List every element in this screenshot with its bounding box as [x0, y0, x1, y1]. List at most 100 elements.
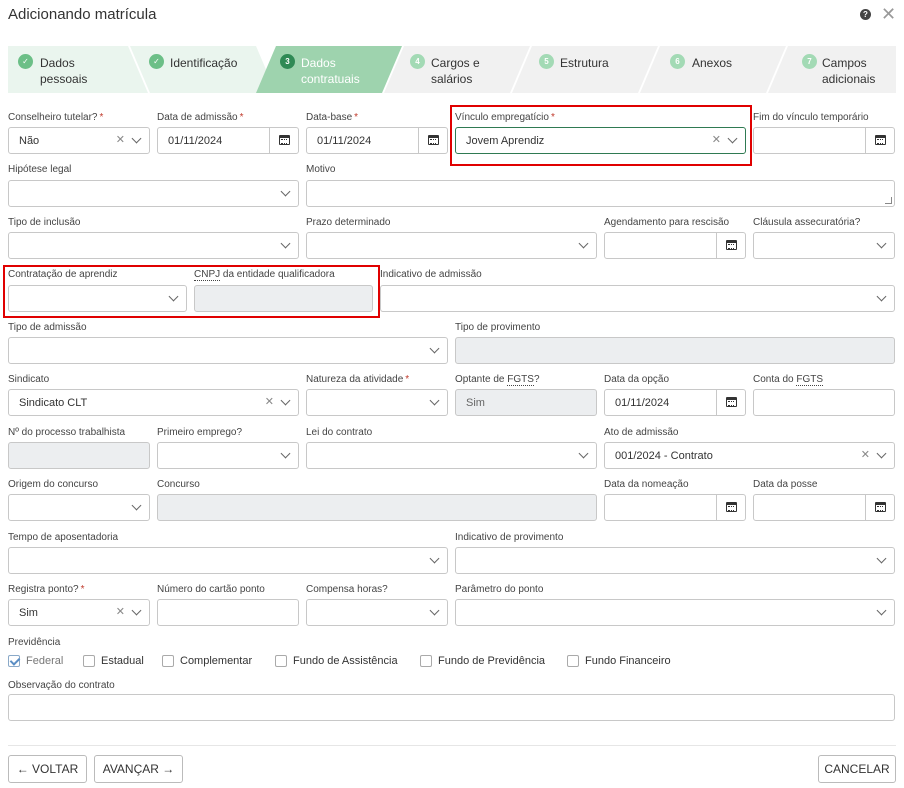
checkbox-icon [83, 655, 95, 667]
chevron-down-icon [280, 448, 291, 459]
tipo-admissao-label: Tipo de admissão [8, 322, 87, 333]
step-number: 4 [410, 54, 425, 69]
close-icon[interactable]: ✕ [881, 4, 896, 24]
fim-vinculo-label: Fim do vínculo temporário [753, 112, 869, 123]
sindicato-label: Sindicato [8, 374, 50, 385]
data-base-label: Data-base * [306, 112, 359, 123]
agendamento-rescisao-input[interactable] [604, 232, 746, 259]
prazo-determinado-select[interactable] [306, 232, 597, 259]
fim-vinculo-input[interactable] [753, 127, 895, 154]
optante-fgts-select[interactable]: Sim [455, 389, 597, 416]
checkbox-label: Fundo de Previdência [438, 655, 546, 667]
ato-admissao-label: Ato de admissão [604, 427, 679, 438]
calendar-icon [875, 502, 886, 512]
chevron-down-icon [168, 291, 179, 302]
conta-fgts-input[interactable] [753, 389, 895, 416]
resize-handle-icon[interactable] [885, 197, 892, 204]
step-label: Anexos [692, 56, 733, 70]
clear-icon[interactable]: ✕ [265, 395, 274, 408]
primeiro-emprego-select[interactable] [157, 442, 299, 469]
arrow-right-icon: → [158, 762, 175, 776]
indicativo-provimento-label: Indicativo de provimento [455, 532, 564, 543]
conselheiro-tutelar-select[interactable]: Não ✕ [8, 127, 150, 154]
agendamento-rescisao-label: Agendamento para rescisão [604, 217, 730, 228]
calendar-button[interactable] [418, 128, 447, 153]
contratacao-aprendiz-select[interactable] [8, 285, 187, 312]
numero-cartao-ponto-label: Número do cartão ponto [157, 584, 265, 595]
parametro-ponto-select[interactable] [455, 599, 895, 626]
input-value: 01/11/2024 [168, 135, 223, 147]
chevron-down-icon [131, 500, 142, 511]
hipotese-legal-select[interactable] [8, 180, 299, 207]
calendar-icon [279, 135, 290, 145]
concurso-select[interactable] [157, 494, 597, 521]
indicativo-admissao-select[interactable] [380, 285, 895, 312]
selected-value: Não [19, 135, 40, 147]
chevron-down-icon [876, 605, 887, 616]
lei-contrato-select[interactable] [306, 442, 597, 469]
primeiro-emprego-label: Primeiro emprego? [157, 427, 243, 438]
natureza-atividade-select[interactable] [306, 389, 448, 416]
button-label: CANCELAR [824, 762, 890, 776]
indicativo-admissao-label: Indicativo de admissão [380, 269, 482, 280]
cnpj-entidade-label: CNPJ da entidade qualificadora [194, 269, 335, 281]
processo-trabalhista-input[interactable] [8, 442, 150, 469]
data-base-input[interactable]: 01/11/2024 [306, 127, 448, 154]
optante-fgts-label: Optante de FGTS? [455, 374, 540, 386]
observacao-contrato-input[interactable] [8, 694, 895, 721]
checkbox-icon [567, 655, 579, 667]
check-icon: ✓ [18, 54, 33, 69]
checkbox-icon [275, 655, 287, 667]
motivo-textarea[interactable] [306, 180, 895, 207]
compensa-horas-label: Compensa horas? [306, 584, 388, 595]
chevron-down-icon [280, 186, 291, 197]
origem-concurso-select[interactable] [8, 494, 150, 521]
data-opcao-input[interactable]: 01/11/2024 [604, 389, 746, 416]
step-campos-adicionais[interactable]: 7 Campos adicionais [768, 46, 896, 93]
registra-ponto-select[interactable]: Sim ✕ [8, 599, 150, 626]
numero-cartao-ponto-input[interactable] [157, 599, 299, 626]
avancar-button[interactable]: AVANÇAR → [94, 755, 183, 783]
sindicato-select[interactable]: Sindicato CLT ✕ [8, 389, 299, 416]
tempo-aposentadoria-select[interactable] [8, 547, 448, 574]
selected-value: Sim [466, 397, 485, 409]
calendar-button[interactable] [716, 233, 745, 258]
ato-admissao-select[interactable]: 001/2024 - Contrato ✕ [604, 442, 895, 469]
vinculo-empregaticio-select[interactable]: Jovem Aprendiz ✕ [455, 127, 746, 154]
voltar-button[interactable]: ← VOLTAR [8, 755, 87, 783]
calendar-button[interactable] [716, 390, 745, 415]
step-label: Dados pessoais [40, 56, 88, 86]
clear-icon[interactable]: ✕ [116, 133, 125, 146]
previdencia-label: Previdência [8, 637, 61, 648]
cancelar-button[interactable]: CANCELAR [818, 755, 896, 783]
compensa-horas-select[interactable] [306, 599, 448, 626]
chevron-down-icon [280, 238, 291, 249]
vinculo-empregaticio-label: Vínculo empregatício * [455, 112, 555, 123]
natureza-atividade-label: Natureza da atividade * [306, 374, 410, 385]
footer-divider [8, 745, 896, 746]
step-dados-pessoais[interactable]: ✓ Dados pessoais [8, 46, 148, 93]
cnpj-entidade-input[interactable] [194, 285, 373, 312]
calendar-button[interactable] [865, 495, 894, 520]
data-admissao-input[interactable]: 01/11/2024 [157, 127, 299, 154]
clear-icon[interactable]: ✕ [712, 133, 721, 146]
hipotese-legal-label: Hipótese legal [8, 164, 72, 175]
tipo-admissao-select[interactable] [8, 337, 448, 364]
indicativo-provimento-select[interactable] [455, 547, 895, 574]
calendar-button[interactable] [716, 495, 745, 520]
chevron-down-icon [429, 343, 440, 354]
tipo-provimento-select[interactable] [455, 337, 895, 364]
calendar-button[interactable] [269, 128, 298, 153]
clausula-assecuratoria-select[interactable] [753, 232, 895, 259]
tipo-inclusao-select[interactable] [8, 232, 299, 259]
chevron-down-icon [876, 291, 887, 302]
calendar-button[interactable] [865, 128, 894, 153]
help-icon[interactable]: ? [860, 9, 871, 20]
data-posse-input[interactable] [753, 494, 895, 521]
data-nomeacao-input[interactable] [604, 494, 746, 521]
step-label: Campos adicionais [822, 56, 876, 86]
clear-icon[interactable]: ✕ [116, 605, 125, 618]
clear-icon[interactable]: ✕ [861, 448, 870, 461]
button-label: AVANÇAR [102, 762, 159, 776]
tipo-provimento-label: Tipo de provimento [455, 322, 541, 333]
